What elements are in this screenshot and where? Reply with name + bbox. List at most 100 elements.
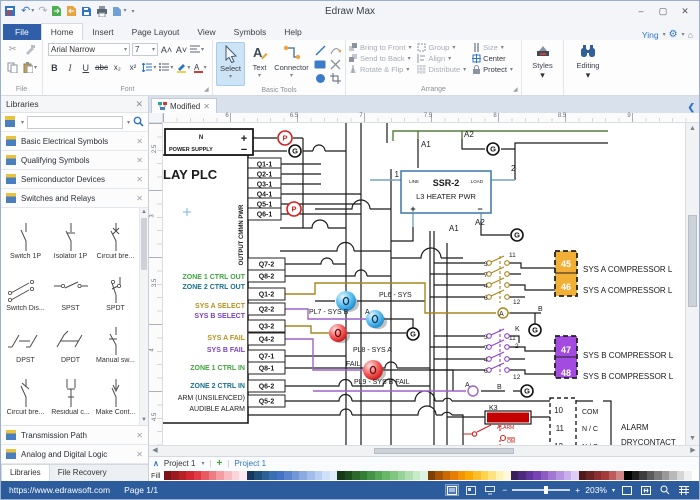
symbol-cell[interactable]: Isolator 1P [48, 210, 93, 262]
select-tool-button[interactable]: Select▾ [216, 42, 245, 86]
minimize-button[interactable]: – [631, 4, 651, 18]
view-page-icon[interactable] [464, 484, 478, 496]
palette-swatch[interactable] [496, 471, 504, 480]
symbol-cell[interactable]: Switch 1P [3, 210, 48, 262]
shrink-font-button[interactable]: A˅ [175, 45, 188, 55]
library-close-icon[interactable]: ✕ [136, 175, 143, 184]
fit-window-icon[interactable] [639, 484, 653, 496]
connector-tool-button[interactable]: Connector▾ [274, 42, 309, 86]
library-close-icon[interactable]: ✕ [136, 431, 143, 440]
palette-swatch[interactable] [232, 471, 240, 480]
palette-swatch[interactable] [299, 471, 307, 480]
cut-icon[interactable]: ✂ [6, 43, 20, 56]
collapse-panel-icon[interactable]: ❮ [687, 102, 699, 113]
palette-swatch[interactable] [254, 471, 262, 480]
symbol-cell[interactable]: Residual c... [48, 366, 93, 418]
palette-swatch[interactable] [669, 471, 677, 480]
underline-button[interactable]: U [79, 63, 92, 73]
add-page-button[interactable]: + [217, 458, 223, 469]
palette-swatch[interactable] [330, 471, 338, 480]
zoom-caret-icon[interactable]: ▾ [612, 487, 615, 494]
close-button[interactable]: ✕ [675, 4, 695, 18]
strikethrough-button[interactable]: abc [95, 63, 108, 72]
palette-swatch[interactable] [375, 471, 383, 480]
zoom-slider-thumb[interactable] [544, 486, 548, 494]
palette-swatch[interactable] [473, 471, 481, 480]
import-button[interactable] [51, 5, 62, 17]
send-to-back-button[interactable]: Send to Back▾ [349, 54, 411, 63]
font-color-icon[interactable]: A▾ [193, 61, 207, 74]
palette-swatch[interactable] [443, 471, 451, 480]
user-account-button[interactable]: Ying [642, 30, 659, 40]
scroll-right-icon[interactable]: ▶ [687, 446, 699, 456]
palette-swatch[interactable] [247, 471, 255, 480]
library-item[interactable]: Transmission Path✕ [1, 426, 148, 445]
palette-swatch[interactable] [548, 471, 556, 480]
wiring-diagram[interactable]: Q1-1Q2-1Q3-1Q4-1Q5-1Q6-1Q7-2Q8-2Q1-2Q2-2… [163, 123, 685, 445]
pencil-tool-icon[interactable] [328, 58, 342, 71]
zoom-slider[interactable] [512, 489, 570, 491]
sys-a-contacts[interactable] [487, 256, 510, 303]
palette-swatch[interactable] [352, 471, 360, 480]
line-spacing-icon[interactable]: ▾ [142, 61, 156, 74]
symbol-cell[interactable]: SPST [48, 262, 93, 314]
home-icon[interactable]: ⌂ [688, 30, 693, 40]
palette-swatch[interactable] [526, 471, 534, 480]
vscroll-thumb[interactable] [688, 215, 697, 307]
crop-tool-icon[interactable] [328, 72, 342, 85]
palette-swatch[interactable] [518, 471, 526, 480]
palette-swatch[interactable] [586, 471, 594, 480]
italic-button[interactable]: I [64, 63, 77, 73]
view-normal-icon[interactable] [445, 484, 459, 496]
symbols-scrollbar[interactable]: ▲ ▼ [139, 208, 148, 425]
palette-swatch[interactable] [284, 471, 292, 480]
format-painter-icon[interactable] [24, 43, 38, 56]
zoom-area-icon[interactable] [658, 484, 672, 496]
palette-swatch[interactable] [269, 471, 277, 480]
palette-swatch[interactable] [654, 471, 662, 480]
palette-swatch[interactable] [420, 471, 428, 480]
center-button[interactable]: Center [472, 54, 513, 63]
protect-button[interactable]: Protect▾ [472, 65, 513, 74]
palette-swatch[interactable] [579, 471, 587, 480]
bold-button[interactable]: B [48, 63, 61, 73]
view-presentation-icon[interactable] [483, 484, 497, 496]
tab-insert[interactable]: Insert [83, 24, 122, 40]
tab-file[interactable]: File [3, 24, 41, 40]
palette-swatch[interactable] [571, 471, 579, 480]
align-button[interactable]: Align▾ [417, 54, 466, 63]
bullet-list-icon[interactable]: ▾ [159, 61, 173, 74]
palette-swatch[interactable] [601, 471, 609, 480]
palette-swatch[interactable] [382, 471, 390, 480]
palette-swatch[interactable] [692, 471, 699, 480]
fullscreen-icon[interactable] [620, 484, 634, 496]
styles-button[interactable]: Styles▾ [525, 42, 560, 81]
drawing-canvas[interactable]: Q1-1Q2-1Q3-1Q4-1Q5-1Q6-1Q7-2Q8-2Q1-2Q2-2… [163, 123, 685, 445]
group-button[interactable]: Group▾ [417, 43, 466, 52]
line-tool-icon[interactable] [313, 44, 327, 57]
palette-swatch[interactable] [164, 471, 172, 480]
bring-to-front-button[interactable]: Bring to Front▾ [349, 43, 411, 52]
grow-font-button[interactable]: A˄ [160, 45, 173, 55]
save-button[interactable] [81, 6, 92, 17]
library-item[interactable]: Basic Electrical Symbols✕ [1, 132, 148, 151]
hscroll-thumb[interactable] [374, 448, 514, 454]
tab-view[interactable]: View [188, 24, 224, 40]
library-item[interactable]: Switches and Relays✕ [1, 189, 148, 208]
document-tab-modified[interactable]: Modified ✕ [151, 98, 217, 113]
palette-swatch[interactable] [488, 471, 496, 480]
palette-swatch[interactable] [405, 471, 413, 480]
palette-swatch[interactable] [345, 471, 353, 480]
sidebar-tab-file-recovery[interactable]: File Recovery [50, 465, 115, 481]
palette-swatch[interactable] [398, 471, 406, 480]
library-close-icon[interactable]: ✕ [136, 194, 143, 203]
palette-swatch[interactable] [337, 471, 345, 480]
zoom-in-button[interactable]: + [575, 485, 580, 495]
tab-page-layout[interactable]: Page Layout [123, 24, 189, 40]
palette-swatch[interactable] [209, 471, 217, 480]
palette-swatch[interactable] [360, 471, 368, 480]
palette-swatch[interactable] [541, 471, 549, 480]
close-tab-icon[interactable]: ✕ [203, 102, 210, 111]
tab-symbols[interactable]: Symbols [225, 24, 276, 40]
palette-swatch[interactable] [390, 471, 398, 480]
